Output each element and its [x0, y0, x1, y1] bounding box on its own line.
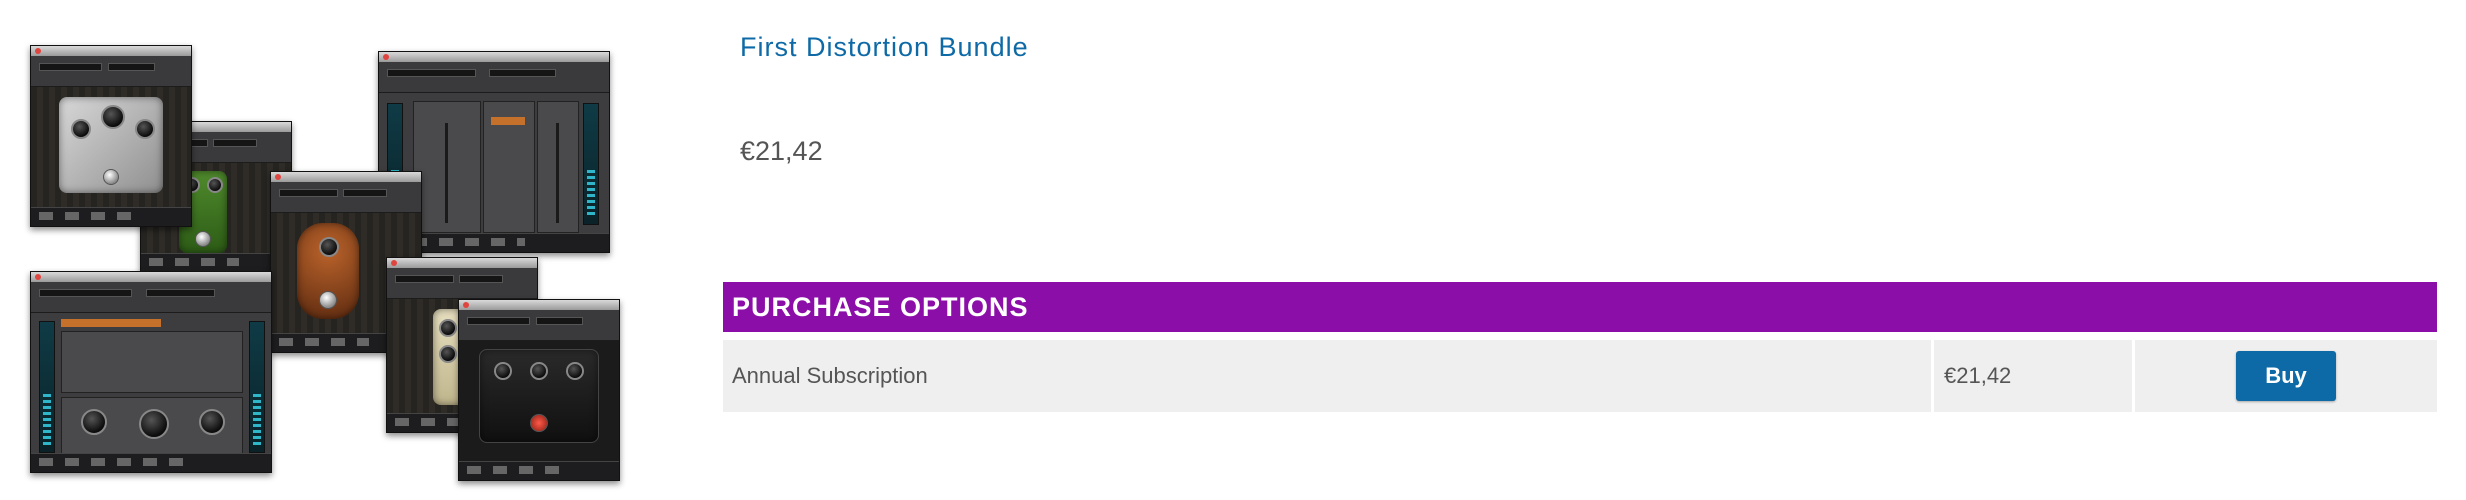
plugin-window [458, 299, 620, 481]
purchase-option-row: Annual Subscription €21,42 Buy [723, 340, 2437, 412]
product-image [30, 45, 620, 485]
option-name: Annual Subscription [723, 340, 1931, 412]
purchase-options-header: PURCHASE OPTIONS [723, 282, 2437, 332]
option-buy-cell: Buy [2135, 340, 2437, 412]
buy-button[interactable]: Buy [2236, 351, 2336, 401]
product-price: €21,42 [740, 136, 823, 166]
purchase-options: PURCHASE OPTIONS Annual Subscription €21… [723, 282, 2437, 412]
option-price: €21,42 [1934, 340, 2132, 412]
plugin-window [30, 271, 272, 473]
product-title: First Distortion Bundle [740, 32, 1029, 62]
plugin-window [30, 45, 192, 227]
